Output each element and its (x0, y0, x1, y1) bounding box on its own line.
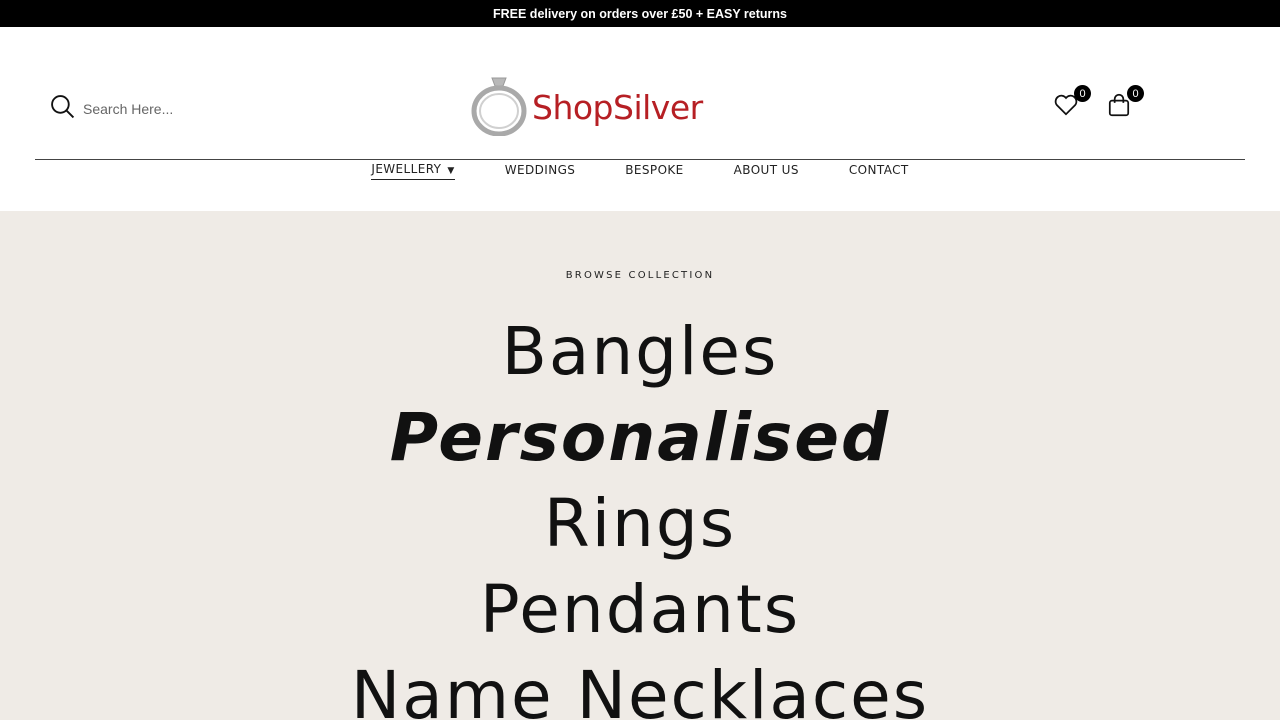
nav-item-label: ABOUT US (733, 162, 799, 177)
wishlist-button[interactable]: 0 (1053, 85, 1091, 120)
nav-item-label: BESPOKE (625, 162, 684, 177)
collection-link-personalised[interactable]: Personalised (0, 395, 1280, 481)
ring-logo-icon (470, 74, 528, 141)
caret-down-icon: ▼ (447, 166, 455, 176)
nav-item-bespoke[interactable]: BESPOKE (625, 163, 683, 180)
cart-button[interactable]: 0 (1106, 85, 1144, 120)
nav-item-about-us[interactable]: ABOUT US (734, 163, 799, 180)
header-divider (35, 159, 1245, 160)
nav-item-jewellery[interactable]: JEWELLERY ▼ (371, 162, 455, 180)
collection-link-pendants[interactable]: Pendants (0, 567, 1280, 653)
nav-item-weddings[interactable]: WEDDINGS (505, 163, 576, 180)
nav-item-label: CONTACT (848, 162, 909, 177)
collection-link-bangles[interactable]: Bangles (0, 309, 1280, 395)
collection-link-rings[interactable]: Rings (0, 481, 1280, 567)
nav-item-contact[interactable]: CONTACT (849, 163, 909, 180)
search-icon[interactable] (50, 94, 75, 124)
hero-section: BROWSE COLLECTION Bangles Personalised R… (0, 211, 1280, 720)
search-bar[interactable] (50, 94, 283, 124)
announcement-text: FREE delivery on orders over £50 + EASY … (493, 6, 787, 21)
announcement-bar: FREE delivery on orders over £50 + EASY … (0, 0, 1280, 27)
site-logo[interactable]: ShopSilver (470, 74, 703, 141)
site-header: ShopSilver 0 0 (0, 27, 1280, 160)
collection-link-name-necklaces[interactable]: Name Necklaces (0, 653, 1280, 720)
main-nav: JEWELLERY ▼ WEDDINGS BESPOKE ABOUT US CON… (0, 133, 1280, 211)
nav-item-label: JEWELLERY (371, 162, 442, 176)
search-input[interactable] (83, 101, 283, 117)
nav-item-label: WEDDINGS (504, 162, 576, 177)
collection-list: Bangles Personalised Rings Pendants Name… (0, 309, 1280, 720)
logo-text: ShopSilver (532, 88, 703, 127)
wishlist-count-badge: 0 (1074, 85, 1091, 102)
hero-eyebrow: BROWSE COLLECTION (565, 270, 715, 281)
cart-count-badge: 0 (1127, 85, 1144, 102)
